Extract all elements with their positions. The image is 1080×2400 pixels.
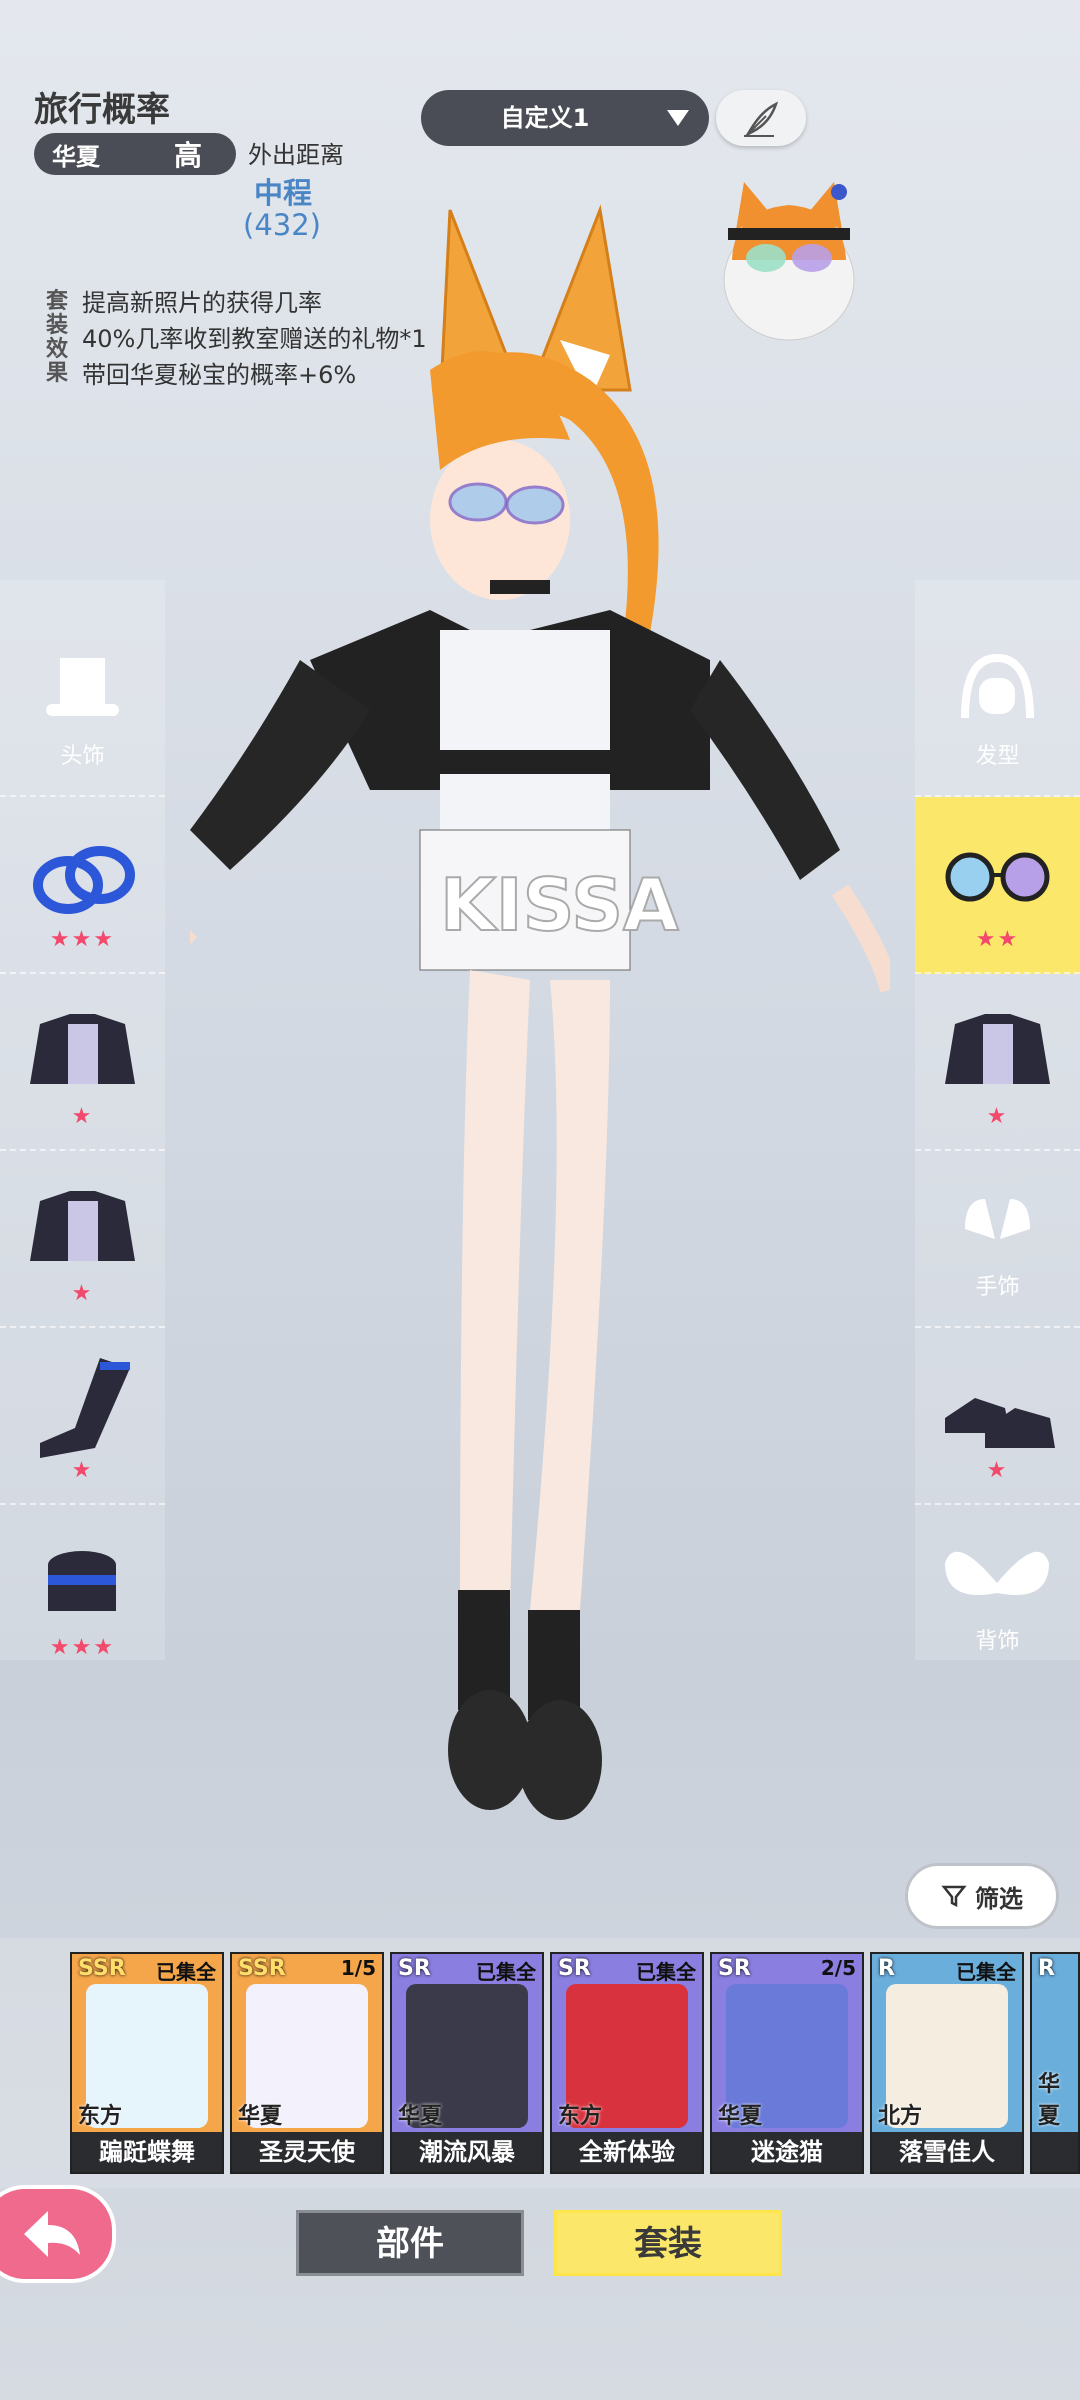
left-parts-panel: 头饰 ★★★ ★ ★ ★ ★★★ xyxy=(0,580,165,1660)
tab-suits[interactable]: 套装 xyxy=(554,2210,782,2276)
slot-shoes[interactable]: ★ xyxy=(915,1328,1080,1505)
rating-stars: ★★★ xyxy=(49,927,116,952)
rating-stars: ★ xyxy=(71,1281,94,1306)
jacket-icon xyxy=(30,1014,135,1084)
suit-name: 迷途猫 xyxy=(712,2132,862,2172)
stockings-icon xyxy=(40,1358,130,1458)
wristband-icon xyxy=(48,1551,116,1611)
collection-status: 已集全 xyxy=(476,1960,536,1984)
suit-card[interactable]: SR 2/5 华夏 迷途猫 xyxy=(710,1952,864,2174)
preset-dropdown[interactable]: 自定义1 xyxy=(421,90,709,146)
slot-back-accessory[interactable]: 背饰 xyxy=(915,1505,1080,1680)
suit-card[interactable]: R 华夏 xyxy=(1030,1952,1080,2174)
slot-coat[interactable]: ★ xyxy=(915,974,1080,1151)
region-label: 华夏 xyxy=(52,142,100,171)
region-tag: 东方 xyxy=(78,2104,123,2129)
blue-rings-icon xyxy=(33,846,135,914)
gloves-icon xyxy=(965,1199,1030,1239)
slot-hand-accessory[interactable]: 手饰 xyxy=(915,1151,1080,1328)
right-parts-panel: 发型 ★★ ★ 手饰 ★ 背饰 xyxy=(915,580,1080,1660)
rarity-badge: SSR xyxy=(78,1956,126,1981)
collection-status: 已集全 xyxy=(636,1960,696,1984)
region-tag: 东方 xyxy=(558,2104,603,2129)
svg-text:KISSA: KISSA xyxy=(440,863,679,947)
collection-status: 已集全 xyxy=(956,1960,1016,1984)
suit-card[interactable]: SSR 1/5 华夏 圣灵天使 xyxy=(230,1952,384,2174)
rating-stars: ★ xyxy=(986,1104,1009,1129)
slot-label: 头饰 xyxy=(60,744,105,769)
slot-label: 手饰 xyxy=(975,1275,1020,1300)
sunglasses-icon xyxy=(945,852,1050,902)
jacket-icon xyxy=(30,1191,135,1261)
region-tag: 华夏 xyxy=(1038,2072,1061,2129)
filter-button[interactable]: 筛选 xyxy=(905,1863,1059,1929)
slot-earrings[interactable]: ★★★ xyxy=(0,797,165,974)
collection-status: 2/5 xyxy=(820,1956,856,1980)
rename-button[interactable] xyxy=(716,90,806,146)
jacket-icon xyxy=(945,1014,1050,1084)
probability-level: 高 xyxy=(173,139,202,172)
rarity-badge: R xyxy=(878,1956,895,1981)
suit-name: 潮流风暴 xyxy=(392,2132,542,2172)
feather-pen-icon xyxy=(744,101,779,137)
sneakers-icon xyxy=(945,1398,1055,1448)
rarity-badge: R xyxy=(1038,1956,1055,1981)
rating-stars: ★★★ xyxy=(49,1635,116,1660)
preset-label: 自定义1 xyxy=(500,104,590,132)
region-tag: 华夏 xyxy=(238,2104,283,2129)
rarity-badge: SR xyxy=(558,1956,591,1981)
character-model[interactable]: KISSA xyxy=(131,190,900,1870)
dropdown-arrow-icon xyxy=(667,110,689,126)
suit-card[interactable]: SR 已集全 东方 全新体验 xyxy=(550,1952,704,2174)
suit-name: 全新体验 xyxy=(552,2132,702,2172)
suit-name: 圣灵天使 xyxy=(232,2132,382,2172)
butterfly-wings-icon xyxy=(945,1551,1049,1595)
suit-card[interactable]: R 已集全 北方 落雪佳人 xyxy=(870,1952,1024,2174)
rarity-badge: SR xyxy=(398,1956,431,1981)
rarity-badge: SR xyxy=(718,1956,751,1981)
slot-label: 背饰 xyxy=(975,1629,1020,1654)
rarity-badge: SSR xyxy=(238,1956,286,1981)
region-tag: 北方 xyxy=(878,2104,923,2129)
slot-headwear[interactable]: 头饰 xyxy=(0,620,165,797)
tab-parts[interactable]: 部件 xyxy=(296,2210,524,2276)
slot-glasses[interactable]: ★★ xyxy=(915,797,1080,974)
suit-card-strip: SSR 已集全 东方 蹁跹蝶舞 SSR 1/5 华夏 圣灵天使 SR 已集全 华… xyxy=(0,1938,1080,2188)
slot-socks[interactable]: ★ xyxy=(0,1328,165,1505)
distance-label: 外出距离 xyxy=(248,141,344,169)
suit-effect-tag: 套装效果 xyxy=(45,289,68,386)
collection-status: 已集全 xyxy=(156,1960,216,1984)
travel-probability-title: 旅行概率 xyxy=(34,90,170,130)
slot-bracelet[interactable]: ★★★ xyxy=(0,1505,165,1680)
region-tag: 华夏 xyxy=(718,2104,763,2129)
collection-status: 1/5 xyxy=(340,1956,376,1980)
slot-jacket[interactable]: ★ xyxy=(0,974,165,1151)
rating-stars: ★★ xyxy=(975,927,1020,952)
region-tag: 华夏 xyxy=(398,2104,443,2129)
filter-label: 筛选 xyxy=(975,1884,1023,1913)
suit-card[interactable]: SSR 已集全 东方 蹁跹蝶舞 xyxy=(70,1952,224,2174)
suit-name xyxy=(1032,2132,1078,2172)
region-level-badge: 华夏 高 xyxy=(34,133,236,175)
suit-name: 蹁跹蝶舞 xyxy=(72,2132,222,2172)
back-arrow-icon xyxy=(24,2211,80,2257)
slot-label: 发型 xyxy=(975,744,1020,769)
suit-card[interactable]: SR 已集全 华夏 潮流风暴 xyxy=(390,1952,544,2174)
slot-outfit[interactable]: ★ xyxy=(0,1151,165,1328)
top-hat-icon xyxy=(46,658,119,716)
rating-stars: ★ xyxy=(986,1458,1009,1483)
rating-stars: ★ xyxy=(71,1104,94,1129)
hair-icon xyxy=(961,653,1034,719)
slot-hairstyle[interactable]: 发型 xyxy=(915,620,1080,797)
rating-stars: ★ xyxy=(71,1458,94,1483)
back-button[interactable] xyxy=(0,2185,116,2283)
funnel-icon xyxy=(941,1885,967,1908)
suit-name: 落雪佳人 xyxy=(872,2132,1022,2172)
